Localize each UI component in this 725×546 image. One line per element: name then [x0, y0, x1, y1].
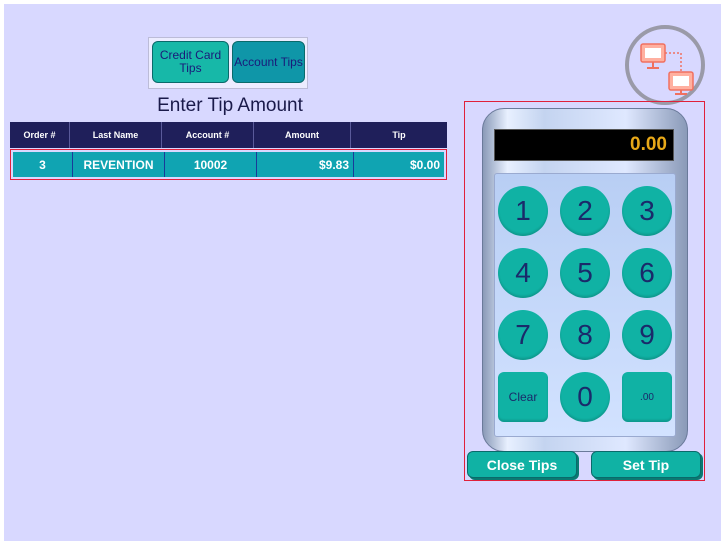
header-amount: Amount [254, 122, 351, 148]
close-tips-button[interactable]: Close Tips [467, 451, 577, 478]
page-title: Enter Tip Amount [157, 95, 303, 116]
tips-screen: Credit Card Tips Account Tips Enter Tip … [4, 4, 721, 541]
table-header: Order # Last Name Account # Amount Tip [10, 122, 447, 148]
key-8[interactable]: 8 [560, 310, 610, 360]
keypad: 1 2 3 4 5 6 7 8 9 Clear 0 .00 [494, 173, 676, 437]
key-double-zero[interactable]: .00 [622, 372, 672, 422]
amount-display: 0.00 [494, 129, 674, 161]
network-connection-icon[interactable] [624, 24, 706, 106]
header-last-name: Last Name [70, 122, 162, 148]
account-tips-button[interactable]: Account Tips [232, 41, 305, 83]
table-row-selected[interactable]: 3 REVENTION 10002 $9.83 $0.00 [10, 149, 447, 180]
cell-amount: $9.83 [257, 152, 354, 177]
table-row[interactable]: 3 REVENTION 10002 $9.83 $0.00 [13, 152, 444, 177]
cell-last-name: REVENTION [73, 152, 165, 177]
tip-type-tabs: Credit Card Tips Account Tips [148, 37, 308, 89]
key-1[interactable]: 1 [498, 186, 548, 236]
header-tip: Tip [392, 130, 406, 140]
cell-tip: $0.00 [409, 157, 440, 172]
header-order: Order # [10, 122, 70, 148]
key-5[interactable]: 5 [560, 248, 610, 298]
cell-account: 10002 [165, 152, 257, 177]
cell-order: 3 [13, 152, 73, 177]
key-2[interactable]: 2 [560, 186, 610, 236]
calculator: 0.00 1 2 3 4 5 6 7 8 9 Clear 0 .00 [482, 108, 688, 452]
header-account: Account # [162, 122, 254, 148]
key-9[interactable]: 9 [622, 310, 672, 360]
set-tip-button[interactable]: Set Tip [591, 451, 701, 478]
clear-button[interactable]: Clear [498, 372, 548, 422]
key-0[interactable]: 0 [560, 372, 610, 422]
key-6[interactable]: 6 [622, 248, 672, 298]
key-4[interactable]: 4 [498, 248, 548, 298]
credit-card-tips-button[interactable]: Credit Card Tips [152, 41, 229, 83]
tip-keypad-panel: 0.00 1 2 3 4 5 6 7 8 9 Clear 0 .00 Close… [464, 101, 705, 481]
key-7[interactable]: 7 [498, 310, 548, 360]
key-3[interactable]: 3 [622, 186, 672, 236]
